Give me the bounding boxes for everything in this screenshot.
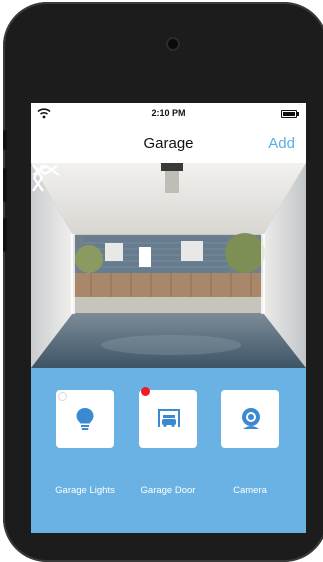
status-time: 2:10 PM (151, 108, 186, 118)
volume-down-button (3, 218, 7, 252)
front-camera (168, 39, 178, 49)
status-indicator (58, 392, 67, 401)
status-bar: 2:10 PM (31, 103, 306, 123)
page-title: Garage (143, 135, 194, 152)
volume-up-button (3, 168, 7, 202)
device-panel: Garage Lights Garage Door Camera (31, 368, 306, 533)
camera-icon (242, 408, 260, 429)
battery-icon (281, 110, 299, 118)
camera-feed[interactable] (31, 163, 306, 368)
app-screen: 2:10 PM Garage Add Garage Lights Garage … (31, 103, 306, 533)
mute-switch (3, 130, 7, 150)
add-button[interactable]: Add (268, 135, 295, 152)
garage-camera-image (31, 163, 306, 368)
lightbulb-icon (76, 408, 94, 430)
garage-door-button[interactable] (139, 390, 197, 448)
camera-button[interactable] (221, 390, 279, 448)
nav-bar: Garage Add (31, 123, 306, 164)
garage-lights-label: Garage Lights (55, 485, 115, 496)
garage-door-icon (158, 409, 180, 427)
chevron-right-icon[interactable] (31, 163, 45, 193)
alert-badge (141, 387, 150, 396)
camera-label: Camera (233, 485, 267, 496)
garage-door-label: Garage Door (140, 485, 196, 496)
